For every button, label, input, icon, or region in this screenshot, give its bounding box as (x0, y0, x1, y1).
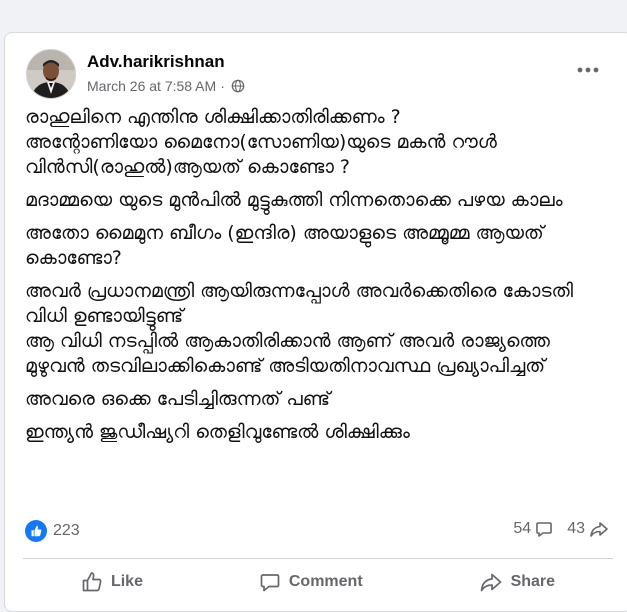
share-label: Share (510, 573, 556, 590)
post-paragraph: അതോ മൈമുന ബീഗം (ഇന്ദിര) അയാളുടെ അമ്മൂമ്മ… (25, 222, 544, 269)
share-count[interactable]: 43 (567, 520, 609, 538)
share-count-value: 43 (567, 520, 585, 537)
reactions-summary[interactable]: 223 (25, 520, 80, 542)
comment-button[interactable]: Comment (259, 571, 363, 593)
like-label: Like (110, 573, 143, 590)
comment-count[interactable]: 54 (513, 520, 553, 538)
share-button[interactable]: Share (479, 571, 555, 593)
like-reaction-icon (25, 520, 47, 542)
post-card: Adv.harikrishnan March 26 at 7:58 AM · ര… (4, 32, 627, 612)
reaction-count[interactable]: 223 (53, 522, 80, 540)
post-timestamp[interactable]: March 26 at 7:58 AM (87, 78, 216, 94)
comment-icon (536, 522, 553, 537)
meta-separator: · (220, 78, 225, 94)
post-text: രാഹുലിനെ എന്തിനു ശിക്ഷിക്കാതിരിക്കണം ? അ… (25, 105, 605, 453)
share-icon (590, 522, 608, 537)
share-icon (480, 573, 501, 592)
page-background-strip (0, 0, 627, 14)
post-author-name[interactable]: Adv.harikrishnan (87, 52, 225, 72)
comment-count-value: 54 (513, 520, 532, 537)
globe-icon[interactable] (231, 79, 245, 93)
comment-label: Comment (288, 573, 363, 590)
post-actions-bar: Like Comment Share (23, 567, 613, 597)
post-paragraph: അവർ പ്രധാനമന്ത്രി ആയിരുന്നപ്പോൾ അവർക്കെത… (25, 280, 574, 377)
post-paragraph: രാഹുലിനെ എന്തിനു ശിക്ഷിക്കാതിരിക്കണം ? അ… (25, 106, 497, 178)
post-paragraph: അവരെ ഒക്കെ പേടിച്ചിരുന്നത് പണ്ട് (25, 388, 331, 410)
like-button[interactable]: Like (81, 571, 143, 593)
engagement-counts: 54 43 (513, 520, 609, 538)
avatar-image (27, 50, 75, 98)
actions-divider (23, 558, 613, 559)
thumbs-up-icon (82, 572, 102, 592)
avatar[interactable] (26, 49, 76, 99)
post-meta: March 26 at 7:58 AM · (87, 78, 245, 94)
post-paragraph: മദാമ്മയെ യുടെ മുൻപിൽ മുട്ടുകുത്തി നിന്നത… (25, 189, 563, 211)
more-options-icon[interactable] (573, 63, 603, 77)
post-paragraph: ഇന്ത്യൻ ജുഡീഷ്യറി തെളിവുണ്ടേൽ ശിക്ഷിക്കു… (25, 421, 410, 443)
comment-icon (260, 574, 280, 592)
